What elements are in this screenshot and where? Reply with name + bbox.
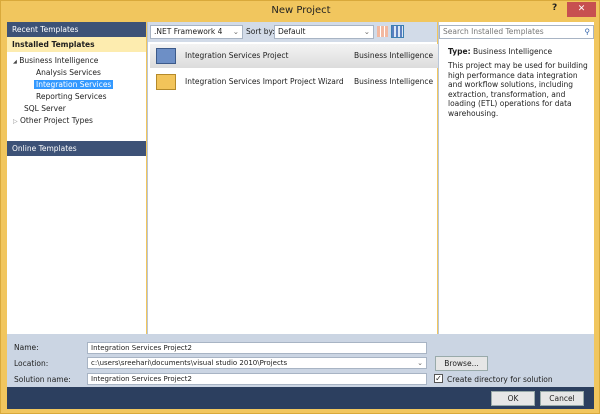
ok-button[interactable]: OK bbox=[491, 391, 535, 406]
recent-templates-header[interactable]: Recent Templates bbox=[7, 22, 146, 37]
location-input[interactable]: c:\users\sreehari\documents\visual studi… bbox=[87, 357, 427, 369]
collapsed-arrow-icon[interactable]: ▷ bbox=[13, 118, 18, 125]
chevron-down-icon: ⌄ bbox=[363, 27, 370, 36]
tree-item-analysis-services[interactable]: Analysis Services bbox=[7, 67, 146, 79]
template-tree: ◢ Business Intelligence Analysis Service… bbox=[7, 52, 146, 133]
tree-item-label: Other Project Types bbox=[20, 116, 93, 125]
browse-button[interactable]: Browse... bbox=[435, 356, 488, 371]
cancel-button[interactable]: Cancel bbox=[540, 391, 584, 406]
sort-value: Default bbox=[278, 27, 306, 36]
type-label: Type: bbox=[448, 47, 471, 56]
framework-value: .NET Framework 4 bbox=[154, 27, 223, 36]
template-row-import-wizard[interactable]: Integration Services Import Project Wiza… bbox=[150, 70, 438, 94]
chevron-down-icon: ⌄ bbox=[232, 27, 239, 36]
create-directory-label: Create directory for solution bbox=[447, 375, 553, 384]
help-button[interactable]: ? bbox=[552, 3, 557, 13]
location-value: c:\users\sreehari\documents\visual studi… bbox=[91, 359, 288, 367]
small-icons-view-icon[interactable] bbox=[377, 26, 388, 37]
template-category: Business Intelligence bbox=[354, 51, 434, 60]
location-label: Location: bbox=[14, 359, 49, 368]
create-directory-checkbox[interactable]: ✓ bbox=[434, 374, 443, 383]
framework-dropdown[interactable]: .NET Framework 4 ⌄ bbox=[150, 25, 243, 39]
sort-by-label: Sort by: bbox=[246, 27, 275, 36]
expanded-arrow-icon[interactable]: ◢ bbox=[13, 59, 17, 65]
tree-item-reporting-services[interactable]: Reporting Services bbox=[7, 91, 146, 103]
template-name: Integration Services Import Project Wiza… bbox=[185, 77, 344, 86]
close-button[interactable]: ✕ bbox=[567, 2, 596, 17]
solution-name-label: Solution name: bbox=[14, 375, 71, 384]
search-placeholder: Search Installed Templates bbox=[443, 27, 544, 36]
sort-dropdown[interactable]: Default ⌄ bbox=[274, 25, 374, 39]
tree-item-integration-services[interactable]: Integration Services bbox=[34, 80, 114, 89]
template-name: Integration Services Project bbox=[185, 51, 289, 60]
tree-item-sql-server[interactable]: SQL Server bbox=[7, 103, 146, 115]
name-input[interactable]: Integration Services Project2 bbox=[87, 342, 427, 354]
template-category: Business Intelligence bbox=[354, 77, 434, 86]
template-description: This project may be used for building hi… bbox=[448, 61, 588, 118]
template-categories-panel: Recent Templates Installed Templates ◢ B… bbox=[7, 22, 146, 334]
tree-item-label: Business Intelligence bbox=[19, 56, 99, 65]
medium-icons-view-icon[interactable] bbox=[391, 25, 404, 38]
project-settings-form: Name: Integration Services Project2 Loca… bbox=[7, 334, 594, 387]
dialog-title: New Project bbox=[271, 5, 331, 16]
type-line: Type: Business Intelligence bbox=[448, 47, 552, 56]
template-row-integration-services-project[interactable]: Integration Services Project Business In… bbox=[150, 44, 438, 68]
template-details-panel: Search Installed Templates ⚲ Type: Busine… bbox=[438, 22, 594, 334]
folder-import-icon bbox=[156, 74, 176, 90]
type-value: Business Intelligence bbox=[472, 47, 553, 56]
search-icon[interactable]: ⚲ bbox=[585, 26, 591, 38]
templates-panel: .NET Framework 4 ⌄ Sort by: Default ⌄ Inte… bbox=[147, 22, 438, 334]
name-label: Name: bbox=[14, 343, 39, 352]
templates-toolbar: .NET Framework 4 ⌄ Sort by: Default ⌄ bbox=[148, 22, 437, 42]
solution-name-input[interactable]: Integration Services Project2 bbox=[87, 373, 427, 385]
online-templates-header[interactable]: Online Templates bbox=[7, 141, 146, 156]
dialog-footer: OK Cancel bbox=[7, 387, 594, 409]
ssis-project-icon bbox=[156, 48, 176, 64]
search-input[interactable]: Search Installed Templates ⚲ bbox=[439, 25, 594, 39]
tree-item-business-intelligence[interactable]: ◢ Business Intelligence bbox=[7, 55, 146, 67]
installed-templates-header[interactable]: Installed Templates bbox=[7, 37, 146, 52]
tree-item-other-project-types[interactable]: ▷ Other Project Types bbox=[7, 115, 146, 127]
chevron-down-icon[interactable]: ⌄ bbox=[417, 358, 423, 368]
new-project-dialog: New Project ? ✕ Recent Templates Install… bbox=[0, 0, 600, 414]
